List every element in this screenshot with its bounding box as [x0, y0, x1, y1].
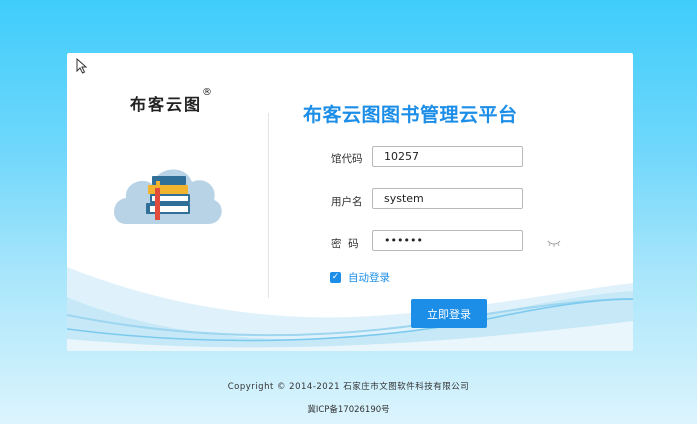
username-label: 用户名: [331, 196, 363, 208]
login-button[interactable]: 立即登录: [411, 299, 487, 328]
password-label: 密 码: [331, 238, 359, 250]
vertical-divider: [268, 113, 269, 298]
books-cloud-icon: [114, 169, 222, 224]
page-title: 布客云图图书管理云平台: [303, 104, 518, 126]
mouse-cursor-icon: [76, 58, 88, 74]
username-input[interactable]: [372, 188, 523, 209]
library-code-label: 馆代码: [331, 153, 363, 165]
footer-copyright: Copyright © 2014-2021 石家庄市文图软件科技有限公司: [227, 382, 470, 392]
password-input[interactable]: [372, 230, 523, 251]
footer-icp[interactable]: 冀ICP备17026190号: [0, 403, 697, 415]
brand-logo-text: 布客云图: [130, 95, 203, 114]
auto-login-label[interactable]: 自动登录: [348, 270, 390, 285]
eye-closed-icon[interactable]: [547, 239, 561, 247]
library-code-input[interactable]: [372, 146, 523, 167]
auto-login-checkbox[interactable]: ✓: [330, 272, 341, 283]
login-card: 布客云图 ® 布客云图图书管理云平台 馆代码 用户名 密 码 ✓ 自动登录 立即…: [67, 53, 633, 351]
registered-mark: ®: [202, 87, 212, 98]
